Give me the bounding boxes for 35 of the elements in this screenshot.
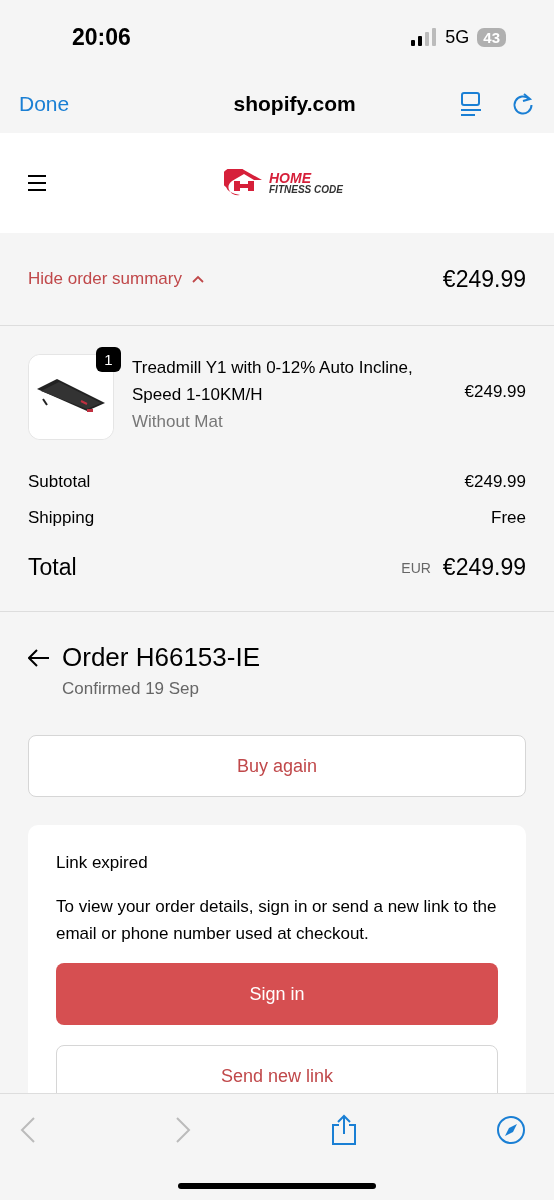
order-date: Confirmed 19 Sep	[62, 679, 201, 699]
total-value: €249.99	[442, 554, 526, 581]
line-value: Free	[491, 508, 526, 528]
total-label: Total	[28, 554, 77, 581]
notice-title: Link expired	[56, 853, 149, 873]
reader-icon[interactable]	[460, 92, 482, 116]
quantity-badge: 1	[96, 347, 121, 372]
send-link-button[interactable]: Send new link	[56, 1045, 498, 1093]
logo-subtext: FITNESS CODE	[269, 185, 343, 195]
order-title: Order H66153-IE	[62, 642, 260, 673]
compass-icon[interactable]	[496, 1115, 526, 1145]
notice-text: To view your order details, sign in or send a new link to the email or phone number used at checkout.	[56, 896, 498, 945]
menu-icon[interactable]	[28, 175, 46, 191]
product-title: Treadmill Y1 with 0-12% Auto Incline, Speed 1-10KM/H	[132, 357, 414, 406]
signal-icon	[411, 27, 438, 48]
chevron-up-icon	[192, 275, 204, 283]
network-type: 5G	[445, 27, 470, 48]
line-label: Subtotal	[28, 472, 91, 492]
reload-icon[interactable]	[512, 92, 534, 116]
line-value: €249.99	[464, 472, 526, 492]
back-arrow-icon[interactable]	[28, 648, 50, 667]
hide-summary-link[interactable]: Hide order summary	[28, 269, 204, 289]
product-variant: Without Mat	[132, 411, 224, 433]
clock-time: 20:06	[72, 24, 131, 51]
line-label: Shipping	[28, 508, 95, 528]
page-domain: shopify.com	[232, 92, 357, 116]
buy-again-button[interactable]: Buy again	[28, 735, 526, 797]
summary-total: €249.99	[442, 265, 526, 293]
logo-text: HOME	[269, 171, 313, 185]
currency-code: EUR	[401, 559, 431, 576]
share-icon[interactable]	[330, 1114, 357, 1146]
battery-level: 43	[477, 28, 506, 47]
sign-in-button[interactable]: Sign in	[56, 963, 498, 1025]
product-price: €249.99	[464, 382, 526, 402]
done-link[interactable]: Done	[19, 92, 70, 116]
